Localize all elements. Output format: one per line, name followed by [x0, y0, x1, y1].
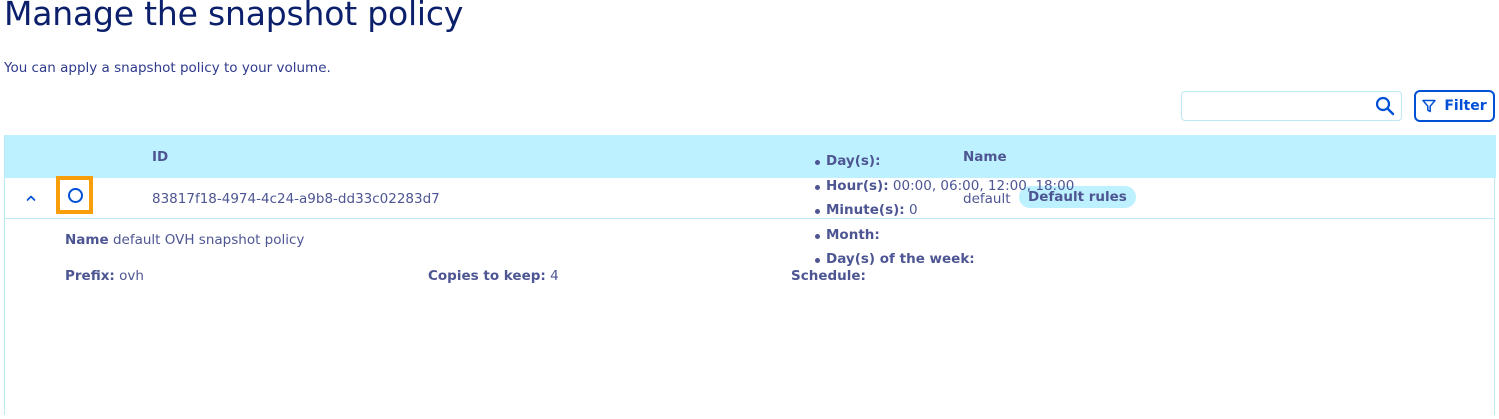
detail-name-label: Name — [65, 232, 109, 248]
row-details: Name default OVH snapshot policy Prefix:… — [5, 219, 1494, 419]
schedule-item-month: Month: — [814, 226, 1074, 252]
schedule-value: 00:00, 06:00, 12:00, 18:00 — [892, 177, 1075, 194]
snapshot-policy-table: ID Name 83817f18-4974-4c24-a9b8-dd33c022… — [4, 135, 1496, 415]
detail-copies: Copies to keep: 4 — [428, 268, 559, 284]
schedule-label: Day(s) of the week: — [826, 251, 975, 267]
table-row[interactable]: 83817f18-4974-4c24-a9b8-dd33c02283d7 def… — [5, 176, 1494, 219]
detail-copies-value: 4 — [550, 268, 559, 284]
search-input[interactable] — [1190, 92, 1374, 122]
search-box — [1181, 91, 1402, 122]
chevron-up-icon[interactable] — [25, 192, 37, 204]
detail-prefix: Prefix: ovh — [65, 268, 144, 284]
schedule-label: Month: — [826, 226, 880, 243]
schedule-value: 0 — [908, 202, 918, 218]
page-title: Manage the snapshot policy — [4, 0, 464, 33]
search-icon[interactable] — [1375, 96, 1395, 116]
schedule-label: Hour(s): — [826, 177, 889, 194]
schedule-item-days: Day(s): — [814, 153, 1074, 178]
schedule-item-minutes: Minute(s): 0 — [814, 202, 1074, 227]
schedule-label: Day(s): — [826, 153, 881, 169]
detail-copies-label: Copies to keep: — [428, 268, 546, 284]
filter-icon — [1422, 99, 1437, 113]
row-id: 83817f18-4974-4c24-a9b8-dd33c02283d7 — [152, 191, 440, 207]
radio-highlight-frame — [56, 176, 93, 214]
page-subtitle: You can apply a snapshot policy to your … — [4, 60, 331, 76]
schedule-label: Minute(s): — [826, 202, 905, 218]
schedule-list: Day(s): Hour(s): 00:00, 06:00, 12:00, 18… — [814, 153, 1075, 276]
schedule-item-hours: Hour(s): 00:00, 06:00, 12:00, 18:00 — [814, 177, 1075, 203]
row-select-radio[interactable] — [68, 188, 83, 203]
filter-label: Filter — [1444, 98, 1487, 114]
detail-name-value: default OVH snapshot policy — [112, 232, 305, 248]
table-header: ID Name — [5, 135, 1496, 178]
filter-button[interactable]: Filter — [1414, 90, 1495, 122]
detail-name: Name default OVH snapshot policy — [65, 232, 304, 248]
column-header-id[interactable]: ID — [152, 149, 168, 165]
schedule-item-days-of-week: Day(s) of the week: — [814, 251, 1074, 276]
detail-prefix-label: Prefix: — [65, 268, 115, 284]
detail-prefix-value: ovh — [119, 268, 144, 284]
